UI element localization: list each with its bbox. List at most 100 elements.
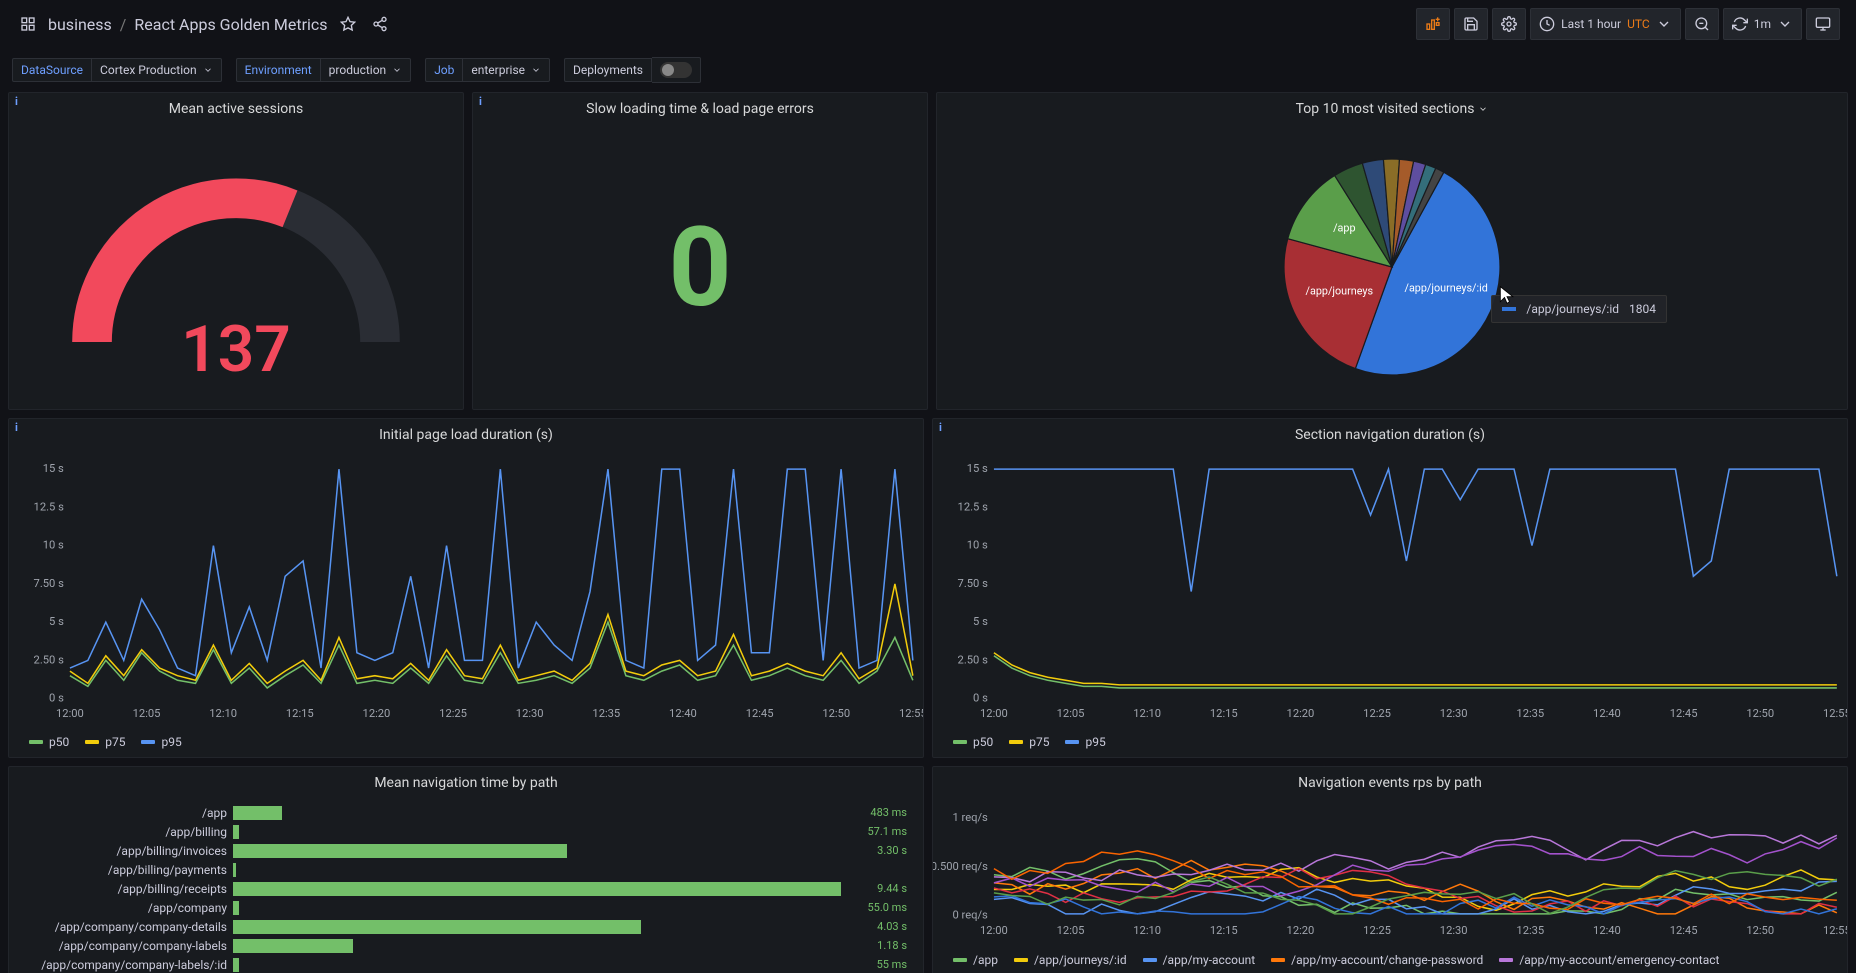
legend-item[interactable]: /app/my-account/emergency-contact bbox=[1499, 953, 1719, 967]
info-icon[interactable]: i bbox=[479, 95, 482, 108]
panel-title[interactable]: Section navigation duration (s) bbox=[933, 419, 1847, 451]
settings-button[interactable] bbox=[1492, 8, 1526, 40]
bar-row: /app/billing/receipts 9.44 s bbox=[17, 879, 907, 898]
svg-text:12:30: 12:30 bbox=[516, 707, 544, 720]
svg-text:5 s: 5 s bbox=[973, 615, 988, 628]
legend-item[interactable]: p50 bbox=[29, 735, 69, 749]
bar-label: /app/billing/invoices bbox=[17, 844, 227, 858]
svg-text:12:45: 12:45 bbox=[1670, 707, 1698, 720]
svg-text:12:45: 12:45 bbox=[1670, 924, 1698, 937]
pie-chart[interactable]: /app/journeys/:id/app/journeys/app bbox=[1272, 147, 1512, 387]
svg-text:0 req/s: 0 req/s bbox=[952, 909, 988, 922]
panel-title[interactable]: Mean navigation time by path bbox=[9, 767, 923, 799]
bar-row: /app/company/company-labels 1.18 s bbox=[17, 936, 907, 955]
svg-text:5 s: 5 s bbox=[49, 615, 64, 628]
line-chart[interactable]: 0 s2.50 s5 s7.50 s10 s12.5 s15 s12:0012:… bbox=[933, 451, 1847, 731]
chart-legend: p50 p75 p95 bbox=[933, 731, 1847, 757]
bar-label: /app/company bbox=[17, 901, 227, 915]
add-panel-button[interactable] bbox=[1416, 8, 1450, 40]
panel-title[interactable]: Navigation events rps by path bbox=[933, 767, 1847, 799]
dashboard-grid-icon[interactable] bbox=[16, 12, 40, 36]
svg-text:1 req/s: 1 req/s bbox=[952, 811, 988, 824]
bar-value: 57.1 ms bbox=[847, 825, 907, 838]
bar-row: /app/company/company-details 4.03 s bbox=[17, 917, 907, 936]
svg-text:12:15: 12:15 bbox=[286, 707, 314, 720]
swatch-icon bbox=[1502, 307, 1516, 311]
svg-text:12:10: 12:10 bbox=[1133, 707, 1161, 720]
star-icon[interactable] bbox=[336, 12, 360, 36]
chart-legend: p50 p75 p95 bbox=[9, 731, 923, 757]
legend-item[interactable]: /app/my-account bbox=[1143, 953, 1256, 967]
svg-text:2.50 s: 2.50 s bbox=[34, 653, 65, 666]
bar-track bbox=[233, 958, 841, 972]
panel-title[interactable]: Slow loading time & load page errors bbox=[473, 93, 927, 125]
time-picker[interactable]: Last 1 hour UTC bbox=[1530, 8, 1681, 40]
legend-item[interactable]: p95 bbox=[141, 735, 181, 749]
var-deployments-toggle[interactable] bbox=[652, 57, 701, 83]
var-job-value[interactable]: enterprise bbox=[463, 58, 550, 82]
svg-text:15 s: 15 s bbox=[43, 462, 64, 475]
legend-item[interactable]: p75 bbox=[85, 735, 125, 749]
legend-item[interactable]: p75 bbox=[1009, 735, 1049, 749]
tv-mode-button[interactable] bbox=[1806, 8, 1840, 40]
bar-value: 3.30 s bbox=[847, 844, 907, 857]
bar-value: 55 ms bbox=[847, 958, 907, 971]
var-deployments-label: Deployments bbox=[564, 58, 652, 82]
panel-slow-loading: i Slow loading time & load page errors 0 bbox=[472, 92, 928, 410]
svg-text:12:15: 12:15 bbox=[1210, 924, 1238, 937]
line-chart[interactable]: 0 s2.50 s5 s7.50 s10 s12.5 s15 s12:0012:… bbox=[9, 451, 923, 731]
bar-row: /app/billing 57.1 ms bbox=[17, 822, 907, 841]
legend-item[interactable]: /app bbox=[953, 953, 998, 967]
time-label: Last 1 hour bbox=[1561, 17, 1621, 31]
share-icon[interactable] bbox=[368, 12, 392, 36]
save-button[interactable] bbox=[1454, 8, 1488, 40]
bar-gauge: /app 483 ms/app/billing 57.1 ms/app/bill… bbox=[9, 799, 923, 973]
bar-row: /app/company 55.0 ms bbox=[17, 898, 907, 917]
svg-text:7.50 s: 7.50 s bbox=[34, 577, 65, 590]
svg-text:12:00: 12:00 bbox=[980, 924, 1008, 937]
svg-text:12:50: 12:50 bbox=[1746, 924, 1774, 937]
panel-load-duration: i Initial page load duration (s) 0 s2.50… bbox=[8, 418, 924, 758]
svg-text:12:05: 12:05 bbox=[1057, 707, 1085, 720]
panel-title[interactable]: Initial page load duration (s) bbox=[9, 419, 923, 451]
bar-value: 9.44 s bbox=[847, 882, 907, 895]
cursor-icon bbox=[1497, 285, 1517, 305]
panel-title[interactable]: Mean active sessions bbox=[9, 93, 463, 125]
svg-text:12.5 s: 12.5 s bbox=[958, 500, 989, 513]
var-datasource-value[interactable]: Cortex Production bbox=[92, 58, 222, 82]
bar-label: /app bbox=[17, 806, 227, 820]
svg-text:12:10: 12:10 bbox=[1133, 924, 1161, 937]
breadcrumb-folder[interactable]: business bbox=[48, 15, 112, 34]
var-environment-value[interactable]: production bbox=[321, 58, 412, 82]
panel-title[interactable]: Top 10 most visited sections bbox=[937, 93, 1847, 125]
svg-text:12:00: 12:00 bbox=[56, 707, 84, 720]
refresh-label: 1m bbox=[1754, 17, 1771, 31]
zoom-out-button[interactable] bbox=[1685, 8, 1719, 40]
panel-top-sections: Top 10 most visited sections /app/journe… bbox=[936, 92, 1848, 410]
swatch-icon bbox=[953, 958, 967, 962]
swatch-icon bbox=[29, 740, 43, 744]
info-icon[interactable]: i bbox=[15, 421, 18, 434]
info-icon[interactable]: i bbox=[15, 95, 18, 108]
svg-text:/app/journeys/:id: /app/journeys/:id bbox=[1404, 281, 1487, 294]
svg-text:10 s: 10 s bbox=[43, 539, 64, 552]
legend-item[interactable]: p50 bbox=[953, 735, 993, 749]
svg-text:0 s: 0 s bbox=[973, 692, 988, 705]
legend-item[interactable]: /app/my-account/change-password bbox=[1271, 953, 1483, 967]
svg-text:12:25: 12:25 bbox=[439, 707, 467, 720]
var-datasource-label: DataSource bbox=[12, 58, 92, 82]
line-chart[interactable]: 0 req/s0.500 req/s1 req/s12:0012:0512:10… bbox=[933, 799, 1847, 949]
svg-text:12:30: 12:30 bbox=[1440, 707, 1468, 720]
legend-item[interactable]: p95 bbox=[1065, 735, 1105, 749]
svg-text:2.50 s: 2.50 s bbox=[958, 653, 989, 666]
bar-row: /app/company/company-labels/:id 55 ms bbox=[17, 955, 907, 973]
info-icon[interactable]: i bbox=[939, 421, 942, 434]
svg-text:12:35: 12:35 bbox=[1516, 924, 1544, 937]
svg-text:15 s: 15 s bbox=[967, 462, 988, 475]
swatch-icon bbox=[1499, 958, 1513, 962]
svg-text:0.500 req/s: 0.500 req/s bbox=[933, 860, 988, 873]
toggle-switch[interactable] bbox=[660, 62, 692, 78]
refresh-button[interactable]: 1m bbox=[1723, 8, 1802, 40]
legend-item[interactable]: /app/journeys/:id bbox=[1014, 953, 1127, 967]
breadcrumb-title[interactable]: React Apps Golden Metrics bbox=[134, 15, 327, 34]
